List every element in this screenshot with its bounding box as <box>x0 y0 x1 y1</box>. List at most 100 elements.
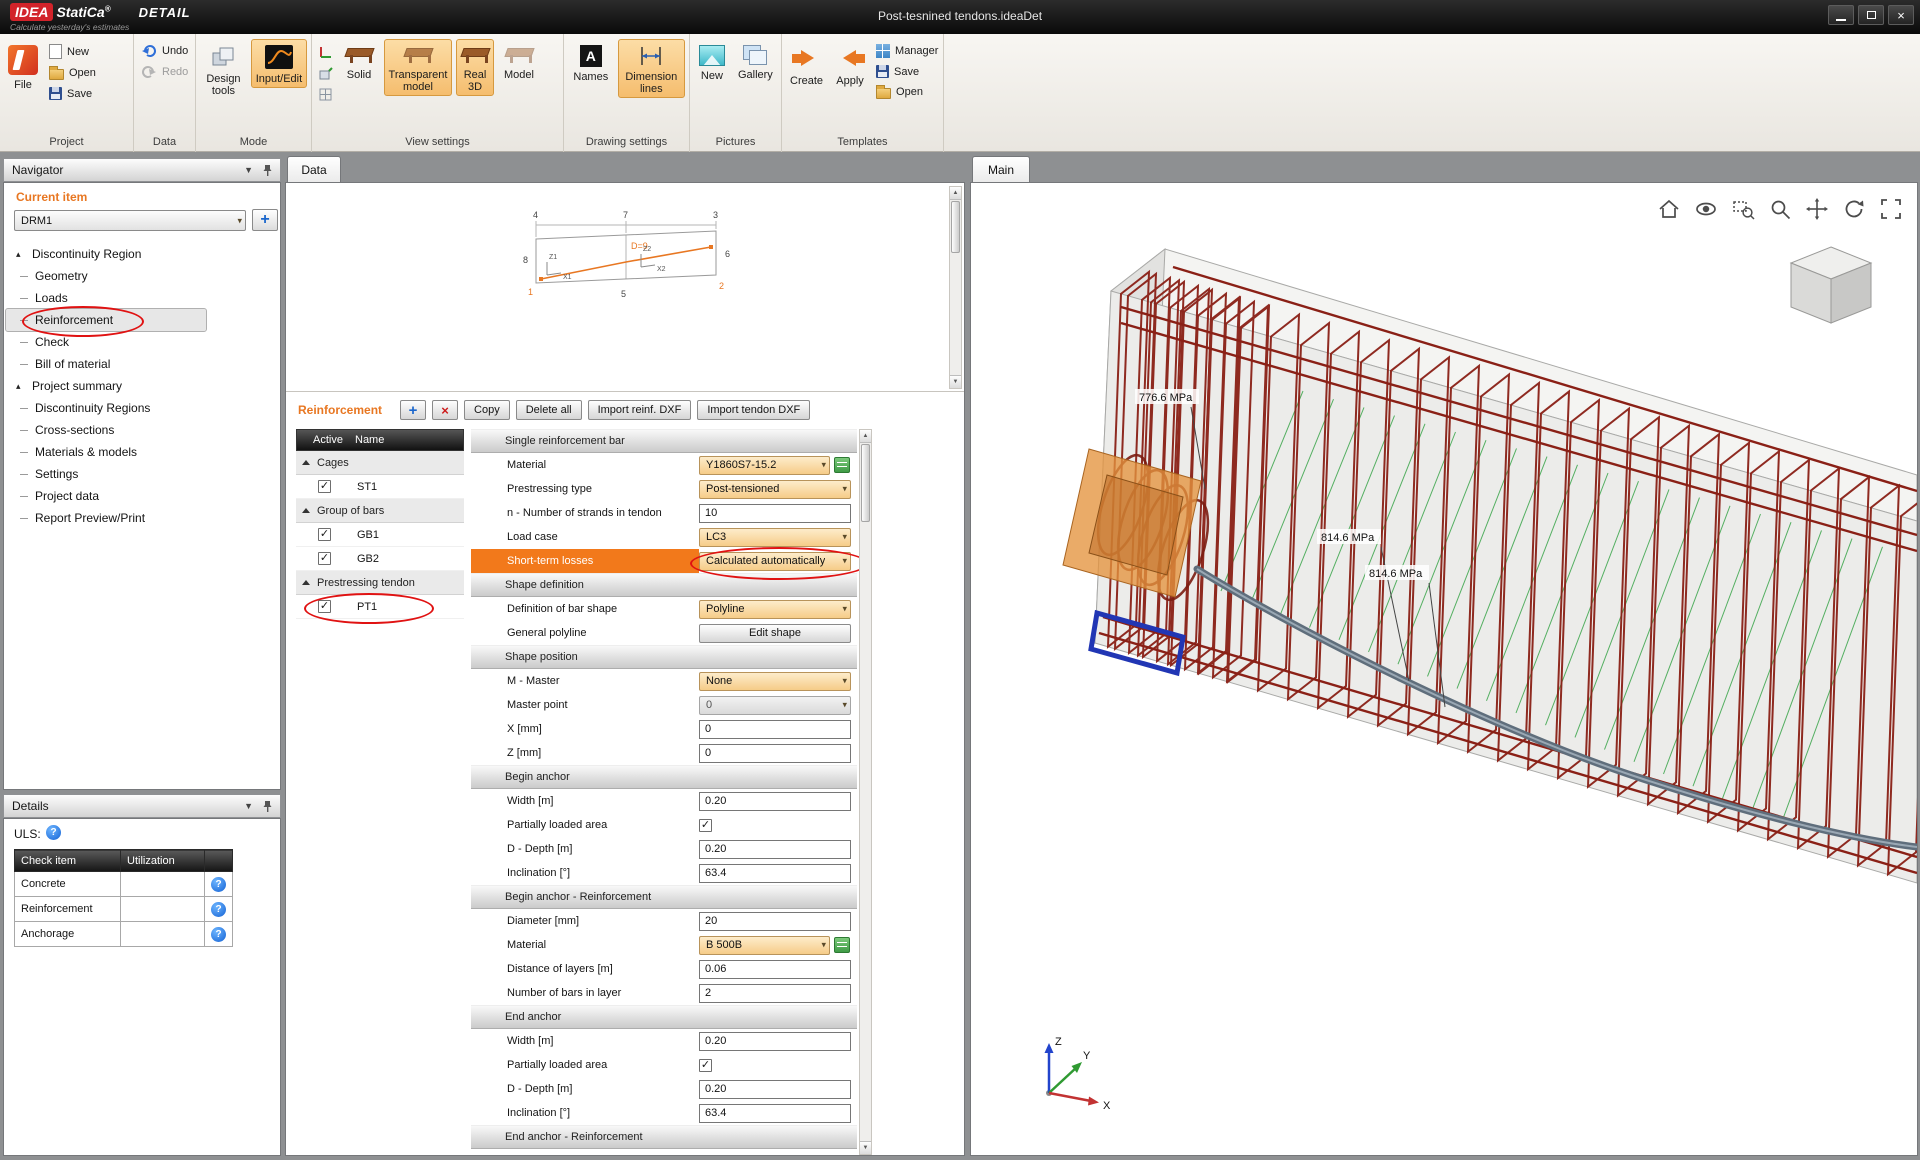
reinf-item-gb1[interactable]: ✓ GB1 <box>296 523 464 547</box>
details-header[interactable]: Details ▼ <box>3 794 281 818</box>
dropdown-m-master[interactable]: None ▾ <box>699 671 851 691</box>
dropdown-short-term-losses[interactable]: Calculated automatically ▾ <box>699 551 851 571</box>
dropdown-definition-of-bar-shape[interactable]: Polyline ▾ <box>699 599 851 619</box>
import-tendon-dxf-button[interactable]: Import tendon DXF <box>697 400 811 420</box>
pin-icon[interactable] <box>263 164 272 177</box>
reinf-item-st1[interactable]: ✓ ST1 <box>296 475 464 499</box>
help-icon[interactable]: ? <box>211 876 226 892</box>
tab-data[interactable]: Data <box>287 156 341 182</box>
nav-item-check[interactable]: Check <box>6 331 278 353</box>
template-apply-button[interactable]: Apply <box>831 39 869 90</box>
help-icon[interactable]: ? <box>211 901 226 917</box>
active-checkbox[interactable]: ✓ <box>318 600 331 613</box>
group-expander-icon[interactable] <box>302 580 310 585</box>
help-icon[interactable]: ? <box>211 926 226 942</box>
tree-expander-icon[interactable]: ▴ <box>16 249 32 260</box>
open-button[interactable]: Open <box>46 65 99 81</box>
edit-shape-button[interactable]: Edit shape <box>699 623 851 643</box>
dimension-lines-button[interactable]: Dimension lines <box>617 39 685 98</box>
nav-item-discontinuity-region[interactable]: ▴ Discontinuity Region <box>6 243 278 265</box>
checkbox-partially-loaded-area[interactable]: ✓ <box>699 818 712 832</box>
input-diameter-mm[interactable]: 20 <box>699 911 851 931</box>
scrollbar-thumb[interactable] <box>951 201 960 253</box>
nav-item-project-data[interactable]: Project data <box>6 485 278 507</box>
fit-view-icon[interactable] <box>1877 195 1905 223</box>
material-editor-icon[interactable] <box>834 937 850 953</box>
input-d-depth-m[interactable]: 0.20 <box>699 839 851 859</box>
help-icon[interactable]: ? <box>46 825 61 840</box>
input-d-depth-m[interactable]: 0.20 <box>699 1079 851 1099</box>
active-checkbox[interactable]: ✓ <box>318 480 331 493</box>
dropdown-load-case[interactable]: LC3 ▾ <box>699 527 851 547</box>
save-button[interactable]: Save <box>46 86 99 101</box>
zoom-icon[interactable] <box>1766 195 1794 223</box>
nav-item-project-summary[interactable]: ▴ Project summary <box>6 375 278 397</box>
nav-item-loads[interactable]: Loads <box>6 287 278 309</box>
checkbox-partially-loaded-area[interactable]: ✓ <box>699 1058 712 1072</box>
dropdown-master-point[interactable]: 0 ▾ <box>699 695 851 715</box>
nav-item-discontinuity-regions[interactable]: Discontinuity Regions <box>6 397 278 419</box>
home-icon[interactable] <box>1655 195 1683 223</box>
current-item-dropdown[interactable]: DRM1 ▾ <box>14 210 246 231</box>
navigation-cube[interactable] <box>1783 241 1879 329</box>
copy-button[interactable]: Copy <box>464 400 510 420</box>
scrollbar-thumb[interactable] <box>861 444 870 522</box>
design-tools-button[interactable]: Design tools <box>200 39 247 100</box>
input-width-m[interactable]: 0.20 <box>699 1031 851 1051</box>
scroll-up-icon[interactable]: ▲ <box>860 430 871 443</box>
nav-item-reinforcement[interactable]: Reinforcement <box>5 306 207 337</box>
group-expander-icon[interactable] <box>302 460 310 465</box>
coordinate-system-icon[interactable] <box>316 43 334 61</box>
dropdown-material[interactable]: B 500B ▾ <box>699 935 830 955</box>
template-save-button[interactable]: Save <box>873 64 941 79</box>
reinf-group-group-of-bars[interactable]: Group of bars <box>296 499 464 523</box>
nav-item-settings[interactable]: Settings <box>6 463 278 485</box>
minimize-button[interactable] <box>1828 5 1854 25</box>
delete-reinforcement-button[interactable]: × <box>432 400 459 420</box>
reinf-item-pt1[interactable]: ✓ PT1 <box>296 593 464 624</box>
tab-main[interactable]: Main <box>972 156 1030 182</box>
scroll-down-icon[interactable]: ▼ <box>950 375 961 388</box>
pin-icon[interactable] <box>263 800 272 813</box>
solid-view-button[interactable]: Solid <box>338 39 380 84</box>
real-3d-button[interactable]: Real 3D <box>456 39 494 96</box>
close-button[interactable]: × <box>1888 5 1914 25</box>
file-button[interactable]: File <box>4 39 42 94</box>
dropdown-prestressing-type[interactable]: Post-tensioned ▾ <box>699 479 851 499</box>
collapse-panel-icon[interactable]: ▼ <box>244 165 253 175</box>
pan-icon[interactable] <box>1803 195 1831 223</box>
input-z-mm[interactable]: 0 <box>699 743 851 763</box>
scroll-up-icon[interactable]: ▲ <box>950 187 961 200</box>
input-x-mm[interactable]: 0 <box>699 719 851 739</box>
import-reinf-dxf-button[interactable]: Import reinf. DXF <box>587 400 692 420</box>
grid-toggle-icon[interactable] <box>316 85 334 103</box>
maximize-button[interactable] <box>1858 5 1884 25</box>
input-inclination[interactable]: 63.4 <box>699 1103 851 1123</box>
reinf-group-cages[interactable]: Cages <box>296 451 464 475</box>
new-button[interactable]: New <box>46 43 99 60</box>
dropdown-material[interactable]: Y1860S7-15.2 ▾ <box>699 455 830 475</box>
template-create-button[interactable]: Create <box>786 39 827 90</box>
add-reinforcement-button[interactable]: + <box>400 400 427 420</box>
zoom-window-icon[interactable] <box>1729 195 1757 223</box>
delete-all-button[interactable]: Delete all <box>515 400 582 420</box>
input-number-of-bars-in-layer[interactable]: 2 <box>699 983 851 1003</box>
input-inclination[interactable]: 63.4 <box>699 863 851 883</box>
nav-item-materials-models[interactable]: Materials & models <box>6 441 278 463</box>
input-n-number-of-strands-in-tendon[interactable]: 10 <box>699 503 851 523</box>
model-view-button[interactable]: Model <box>498 39 540 84</box>
workplane-icon[interactable] <box>316 64 334 82</box>
transparent-model-button[interactable]: Transparent model <box>384 39 452 96</box>
material-editor-icon[interactable] <box>834 457 850 473</box>
collapse-panel-icon[interactable]: ▼ <box>244 801 253 811</box>
undo-button[interactable]: Undo <box>138 43 191 59</box>
nav-item-report-preview-print[interactable]: Report Preview/Print <box>6 507 278 529</box>
gallery-button[interactable]: Gallery <box>734 39 777 84</box>
names-button[interactable]: A Names <box>568 39 614 86</box>
tree-expander-icon[interactable]: ▴ <box>16 381 32 392</box>
rotate-icon[interactable] <box>1840 195 1868 223</box>
nav-item-bill-of-material[interactable]: Bill of material <box>6 353 278 375</box>
reinf-group-prestressing-tendon[interactable]: Prestressing tendon <box>296 571 464 595</box>
nav-item-geometry[interactable]: Geometry <box>6 265 278 287</box>
redo-button[interactable]: Redo <box>138 64 191 80</box>
